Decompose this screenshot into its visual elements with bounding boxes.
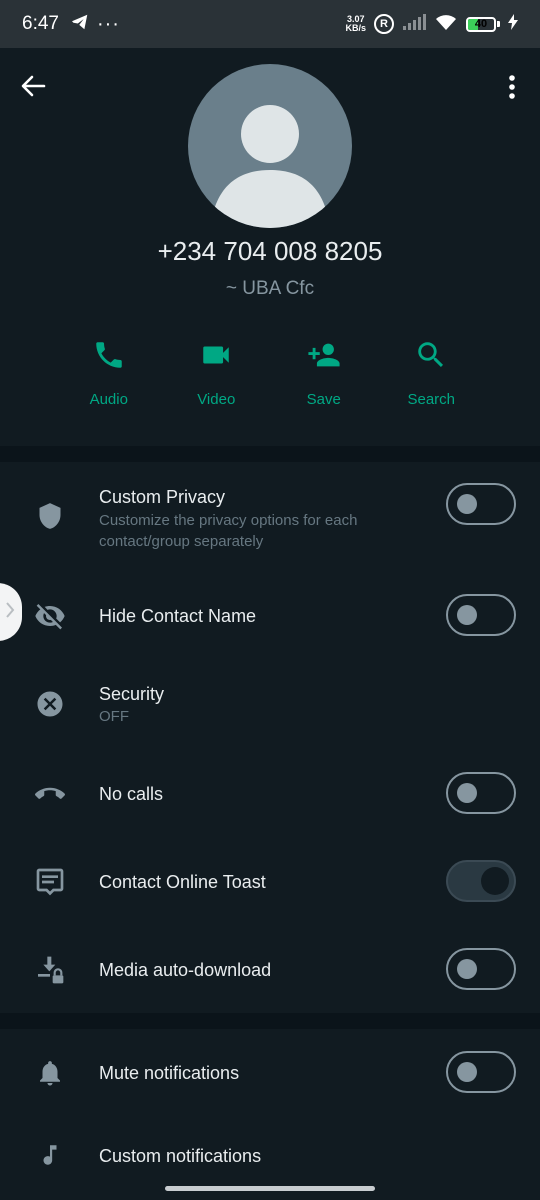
telegram-icon: [71, 14, 89, 35]
video-label: Video: [197, 391, 236, 408]
audio-call-button[interactable]: Audio: [55, 338, 163, 408]
security-row[interactable]: Security OFF: [0, 660, 540, 748]
contact-online-toast-toggle[interactable]: [446, 860, 516, 902]
contact-online-toast-title: Contact Online Toast: [99, 872, 266, 892]
r-badge-icon: R: [374, 14, 394, 34]
search-icon: [413, 338, 449, 377]
security-status: OFF: [99, 708, 129, 725]
contact-online-toast-row[interactable]: Contact Online Toast: [0, 836, 540, 924]
home-indicator[interactable]: [165, 1186, 375, 1191]
audio-label: Audio: [89, 391, 128, 408]
contact-push-name: ~ UBA Cfc: [225, 278, 315, 299]
hide-contact-name-toggle[interactable]: [446, 594, 516, 636]
more-vert-icon[interactable]: [508, 74, 516, 105]
wifi-icon: [434, 13, 458, 36]
battery-icon: 40: [466, 16, 500, 32]
message-icon: [32, 864, 68, 900]
download-lock-icon: [32, 952, 68, 988]
save-label: Save: [306, 391, 341, 408]
custom-privacy-toggle[interactable]: [446, 483, 516, 525]
profile-header: +234 704 008 8205 ~ UBA Cfc Audio Video …: [0, 48, 540, 446]
quick-actions: Audio Video Save Search: [55, 338, 485, 408]
contact-settings-section: Custom Privacy Customize the privacy opt…: [0, 462, 540, 1013]
media-auto-download-title: Media auto-download: [99, 960, 272, 980]
no-calls-row[interactable]: No calls: [0, 748, 540, 836]
video-icon: [197, 338, 235, 377]
mute-notifications-row[interactable]: Mute notifications: [0, 1029, 540, 1119]
custom-privacy-subtitle: Customize the privacy options for each c…: [99, 512, 358, 550]
no-calls-title: No calls: [99, 784, 164, 804]
custom-privacy-row[interactable]: Custom Privacy Customize the privacy opt…: [0, 462, 540, 572]
status-time: 6:47: [22, 13, 59, 34]
chevron-right-icon: [5, 601, 15, 624]
search-label: Search: [407, 391, 456, 408]
video-call-button[interactable]: Video: [163, 338, 271, 408]
signal-icon: [402, 13, 426, 35]
add-person-icon: [304, 338, 344, 377]
no-calls-toggle[interactable]: [446, 772, 516, 814]
shield-icon: [32, 498, 68, 534]
contact-phone-number: +234 704 008 8205: [157, 236, 383, 266]
mute-notifications-toggle[interactable]: [446, 1051, 516, 1093]
notifications-section: Mute notifications Custom notifications: [0, 1029, 540, 1200]
more-notifications-icon: ···: [96, 12, 120, 35]
search-button[interactable]: Search: [378, 338, 486, 408]
media-auto-download-row[interactable]: Media auto-download: [0, 924, 540, 1013]
security-title: Security: [99, 684, 165, 704]
custom-privacy-title: Custom Privacy: [99, 487, 226, 507]
call-end-icon: [32, 776, 68, 812]
phone-icon: [92, 338, 126, 377]
status-bar: 6:47 ··· 3.07 KB/s R 40: [0, 0, 540, 48]
hide-contact-name-row[interactable]: Hide Contact Name: [0, 572, 540, 660]
music-note-icon: [32, 1137, 68, 1173]
back-arrow-icon[interactable]: [20, 74, 46, 103]
hide-contact-name-title: Hide Contact Name: [99, 606, 257, 626]
avatar[interactable]: [188, 64, 352, 228]
network-speed: 3.07 KB/s: [345, 14, 366, 33]
save-contact-button[interactable]: Save: [270, 338, 378, 408]
mute-notifications-title: Mute notifications: [99, 1063, 240, 1083]
bell-icon: [32, 1055, 68, 1091]
custom-notifications-title: Custom notifications: [99, 1146, 262, 1166]
media-auto-download-toggle[interactable]: [446, 948, 516, 990]
charging-icon: [508, 13, 518, 35]
close-circle-icon: [32, 686, 68, 722]
eye-off-icon: [32, 598, 68, 634]
